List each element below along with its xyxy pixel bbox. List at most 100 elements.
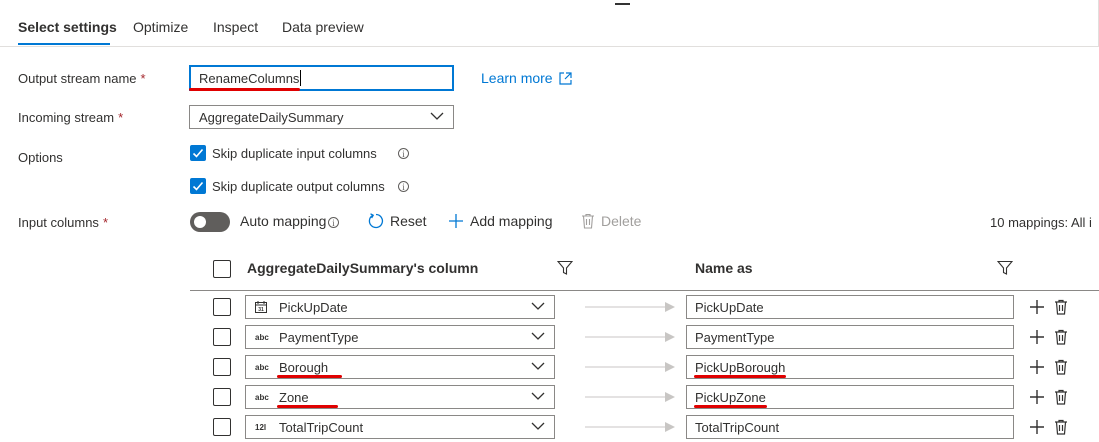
annotation-underline bbox=[189, 88, 300, 91]
row-checkbox[interactable] bbox=[213, 388, 231, 406]
trash-icon[interactable] bbox=[1054, 359, 1068, 375]
target-name-value: PickUpZone bbox=[695, 389, 766, 405]
source-column-dropdown[interactable]: 12l TotalTripCount bbox=[245, 415, 555, 439]
learn-more-link[interactable]: Learn more bbox=[481, 70, 572, 86]
auto-mapping: Auto mapping bbox=[240, 213, 326, 229]
skip-duplicate-output-label: Skip duplicate output columns bbox=[212, 179, 385, 194]
reset-icon bbox=[368, 213, 384, 229]
row-checkbox[interactable] bbox=[213, 418, 231, 436]
source-column-name: TotalTripCount bbox=[279, 419, 364, 435]
incoming-stream-value: AggregateDailySummary bbox=[199, 109, 344, 125]
incoming-stream-label: Incoming stream * bbox=[18, 110, 124, 125]
source-column-name: PickUpDate bbox=[279, 299, 348, 315]
add-row-icon[interactable] bbox=[1029, 389, 1045, 405]
annotation-underline bbox=[277, 375, 342, 378]
source-column-name: Zone bbox=[279, 389, 309, 405]
chevron-down-icon bbox=[531, 332, 545, 340]
auto-mapping-toggle[interactable] bbox=[190, 212, 230, 232]
output-stream-label: Output stream name * bbox=[18, 71, 146, 86]
add-mapping-button[interactable]: Add mapping bbox=[448, 213, 553, 229]
row-checkbox[interactable] bbox=[213, 328, 231, 346]
tab-select-settings[interactable]: Select settings bbox=[18, 19, 117, 35]
output-stream-value: RenameColumns bbox=[199, 70, 300, 86]
info-icon[interactable]: i bbox=[328, 217, 339, 228]
checkmark-icon bbox=[192, 148, 204, 158]
chevron-down-icon bbox=[531, 362, 545, 370]
filter-icon[interactable] bbox=[557, 260, 573, 276]
source-column-dropdown[interactable]: abc PaymentType bbox=[245, 325, 555, 349]
info-icon[interactable]: i bbox=[398, 148, 409, 159]
mapping-arrow-icon bbox=[585, 422, 675, 432]
add-row-icon[interactable] bbox=[1029, 419, 1045, 435]
delete-label: Delete bbox=[601, 213, 642, 229]
source-column-name: Borough bbox=[279, 359, 329, 375]
target-name-value: TotalTripCount bbox=[695, 419, 780, 435]
target-name-value: PickUpDate bbox=[695, 299, 764, 315]
add-row-icon[interactable] bbox=[1029, 299, 1045, 315]
reset-label: Reset bbox=[390, 213, 427, 229]
header-divider bbox=[190, 290, 1099, 291]
tab-inspect[interactable]: Inspect bbox=[213, 19, 258, 35]
external-link-icon bbox=[558, 71, 572, 85]
mapping-arrow-icon bbox=[585, 392, 675, 402]
target-column-header: Name as bbox=[695, 260, 753, 276]
auto-mapping-label: Auto mapping bbox=[240, 213, 327, 229]
tab-optimize[interactable]: Optimize bbox=[133, 19, 188, 35]
text-caret bbox=[300, 70, 302, 86]
chevron-down-icon bbox=[531, 392, 545, 400]
select-all-checkbox[interactable] bbox=[213, 260, 231, 278]
info-icon[interactable]: i bbox=[398, 181, 409, 192]
row-checkbox[interactable] bbox=[213, 358, 231, 376]
chevron-down-icon bbox=[531, 422, 545, 430]
target-name-value: PaymentType bbox=[695, 329, 775, 345]
trash-icon bbox=[582, 213, 594, 229]
string-type-icon: abc bbox=[255, 332, 269, 342]
reset-button[interactable]: Reset bbox=[368, 213, 427, 229]
toggle-knob bbox=[194, 216, 206, 228]
mapping-arrow-icon bbox=[585, 332, 675, 342]
skip-duplicate-input-label: Skip duplicate input columns bbox=[212, 146, 377, 161]
add-row-icon[interactable] bbox=[1029, 329, 1045, 345]
add-row-icon[interactable] bbox=[1029, 359, 1045, 375]
target-name-input[interactable]: TotalTripCount bbox=[686, 415, 1014, 439]
window-mark bbox=[615, 3, 630, 5]
string-type-icon: abc bbox=[255, 392, 269, 402]
checkmark-icon bbox=[192, 181, 204, 191]
learn-more-label: Learn more bbox=[481, 70, 553, 86]
trash-icon[interactable] bbox=[1054, 329, 1068, 345]
add-mapping-label: Add mapping bbox=[470, 213, 553, 229]
annotation-underline bbox=[694, 405, 767, 408]
target-name-value: PickUpBorough bbox=[695, 359, 786, 375]
plus-icon bbox=[449, 214, 463, 228]
input-columns-label: Input columns * bbox=[18, 215, 108, 230]
chevron-down-icon bbox=[531, 302, 545, 310]
trash-icon[interactable] bbox=[1054, 419, 1068, 435]
tab-bar: Select settings Optimize Inspect Data pr… bbox=[0, 0, 1099, 47]
row-checkbox[interactable] bbox=[213, 298, 231, 316]
skip-duplicate-input-checkbox[interactable] bbox=[190, 145, 206, 161]
trash-icon[interactable] bbox=[1054, 299, 1068, 315]
target-name-input[interactable]: PickUpDate bbox=[686, 295, 1014, 319]
tab-data-preview[interactable]: Data preview bbox=[282, 19, 364, 35]
chevron-down-icon bbox=[430, 112, 444, 120]
target-name-input[interactable]: PaymentType bbox=[686, 325, 1014, 349]
incoming-stream-dropdown[interactable]: AggregateDailySummary bbox=[189, 105, 454, 129]
mapping-arrow-icon bbox=[585, 362, 675, 372]
source-column-dropdown[interactable]: 31 PickUpDate bbox=[245, 295, 555, 319]
source-column-name: PaymentType bbox=[279, 329, 359, 345]
trash-icon[interactable] bbox=[1054, 389, 1068, 405]
calendar-icon: 31 bbox=[255, 301, 277, 313]
mapping-arrow-icon bbox=[585, 302, 675, 312]
svg-text:31: 31 bbox=[258, 307, 264, 313]
annotation-underline bbox=[277, 405, 338, 408]
mappings-summary: 10 mappings: All i bbox=[990, 215, 1092, 230]
string-type-icon: abc bbox=[255, 362, 269, 372]
skip-duplicate-output-checkbox[interactable] bbox=[190, 178, 206, 194]
active-tab-indicator bbox=[18, 43, 110, 45]
source-column-header: AggregateDailySummary's column bbox=[247, 260, 479, 276]
annotation-underline bbox=[694, 375, 786, 378]
delete-button[interactable]: Delete bbox=[581, 213, 641, 229]
integer-type-icon: 12l bbox=[255, 422, 267, 432]
filter-icon[interactable] bbox=[997, 260, 1013, 276]
options-label: Options bbox=[18, 150, 63, 165]
